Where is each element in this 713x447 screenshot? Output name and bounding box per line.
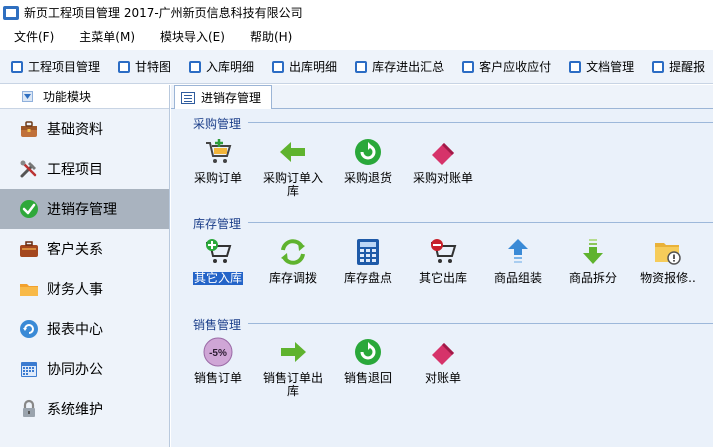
- sidebar-item-basic-data[interactable]: 基础资料: [0, 109, 169, 149]
- func-sales-outbound[interactable]: 销售订单出库: [258, 335, 328, 398]
- toolbar-inbound-detail[interactable]: 入库明细: [189, 58, 254, 75]
- func-material-repair[interactable]: 物资报修..: [633, 235, 703, 285]
- cart-add-icon: [201, 235, 235, 269]
- group-title-stock: 库存管理: [193, 217, 242, 231]
- eraser-icon: [426, 335, 460, 369]
- title-bar: 新页工程项目管理 2017-广州新页信息科技有限公司: [0, 0, 713, 25]
- func-other-outbound[interactable]: 其它出库: [408, 235, 478, 285]
- sidebar-item-collaboration[interactable]: 协同办公: [0, 349, 169, 389]
- checkbox-icon: [569, 60, 582, 73]
- group-title-purchase: 采购管理: [193, 117, 242, 131]
- folder-warning-icon: [651, 235, 685, 269]
- arrow-up-icon: [501, 235, 535, 269]
- func-sales-order[interactable]: -5% 销售订单: [183, 335, 253, 385]
- toolbar-gantt[interactable]: 甘特图: [118, 58, 171, 75]
- func-stock-count[interactable]: 库存盘点: [333, 235, 403, 285]
- discount-badge-text: -5%: [209, 348, 227, 359]
- toolbar-stock-summary[interactable]: 库存进出汇总: [355, 58, 444, 75]
- toolbar-documents[interactable]: 文档管理: [569, 58, 634, 75]
- checkbox-icon: [355, 60, 368, 73]
- sidebar-item-finance-hr[interactable]: 财务人事: [0, 269, 169, 309]
- toolbox-icon: [19, 119, 39, 139]
- lock-icon: [19, 399, 39, 419]
- arrow-right-icon: [276, 335, 310, 369]
- checkbox-icon: [11, 60, 23, 73]
- func-other-inbound[interactable]: 其它入库: [183, 235, 253, 285]
- tab-inventory[interactable]: 进销存管理: [174, 85, 272, 109]
- menu-main[interactable]: 主菜单(M): [64, 28, 145, 45]
- folder-icon: [19, 279, 39, 299]
- checkbox-icon: [189, 60, 202, 73]
- cart-plus-icon: [201, 135, 235, 169]
- toolbar-receivables[interactable]: 客户应收应付: [462, 58, 551, 75]
- check-icon: [19, 199, 39, 219]
- checkbox-icon: [272, 60, 285, 73]
- toolbar-reminders[interactable]: 提醒报: [652, 58, 705, 75]
- arrow-left-icon: [276, 135, 310, 169]
- func-purchase-statement[interactable]: 采购对账单: [408, 135, 478, 185]
- arrow-down-icon: [576, 235, 610, 269]
- sidebar-item-crm[interactable]: 客户关系: [0, 229, 169, 269]
- checkbox-icon: [462, 60, 475, 73]
- cart-remove-icon: [426, 235, 460, 269]
- briefcase-icon: [19, 239, 39, 259]
- group-divider: [248, 323, 713, 324]
- calculator-icon: [351, 235, 385, 269]
- group-divider: [248, 222, 713, 223]
- module-panel: 采购管理 采购订单 采购订单入库 采购退货 采购对账单 库存管理 其它入库 库存…: [171, 109, 713, 447]
- collapse-arrow-icon: [22, 91, 33, 102]
- func-purchase-return[interactable]: 采购退货: [333, 135, 403, 185]
- sidebar-header[interactable]: 功能模块: [0, 85, 169, 109]
- func-stock-transfer[interactable]: 库存调拨: [258, 235, 328, 285]
- sidebar: 功能模块 基础资料 工程项目 进销存管理 客户关系 财务人事 报表中心 协同办公…: [0, 85, 170, 447]
- group-divider: [248, 122, 713, 123]
- transfer-icon: [276, 235, 310, 269]
- refresh-icon: [19, 319, 39, 339]
- menu-file[interactable]: 文件(F): [0, 28, 64, 45]
- document-list-icon: [181, 91, 195, 104]
- discount-icon: -5%: [201, 335, 235, 369]
- calendar-icon: [19, 359, 39, 379]
- func-purchase-inbound[interactable]: 采购订单入库: [258, 135, 328, 198]
- menu-bar: 文件(F) 主菜单(M) 模块导入(E) 帮助(H): [0, 25, 713, 47]
- toolbar-outbound-detail[interactable]: 出库明细: [272, 58, 337, 75]
- toolbar: 工程项目管理 甘特图 入库明细 出库明细 库存进出汇总 客户应收应付 文档管理 …: [0, 50, 713, 84]
- tab-strip: 进销存管理: [171, 85, 713, 109]
- sidebar-item-projects[interactable]: 工程项目: [0, 149, 169, 189]
- func-product-split[interactable]: 商品拆分: [558, 235, 628, 285]
- green-cycle-icon: [351, 335, 385, 369]
- func-sales-statement[interactable]: 对账单: [408, 335, 478, 385]
- toolbar-project-management[interactable]: 工程项目管理: [11, 58, 100, 75]
- func-sales-return[interactable]: 销售退回: [333, 335, 403, 385]
- sidebar-item-inventory[interactable]: 进销存管理: [0, 189, 169, 229]
- green-cycle-icon: [351, 135, 385, 169]
- window-title: 新页工程项目管理 2017-广州新页信息科技有限公司: [24, 6, 303, 20]
- eraser-icon: [426, 135, 460, 169]
- app-icon: [3, 5, 19, 20]
- menu-module-import[interactable]: 模块导入(E): [145, 28, 235, 45]
- sidebar-item-reports[interactable]: 报表中心: [0, 309, 169, 349]
- checkbox-icon: [652, 60, 665, 73]
- menu-help[interactable]: 帮助(H): [235, 28, 302, 45]
- tools-icon: [19, 159, 39, 179]
- func-product-assembly[interactable]: 商品组装: [483, 235, 553, 285]
- sidebar-item-system[interactable]: 系统维护: [0, 389, 169, 429]
- checkbox-icon: [118, 60, 131, 73]
- func-purchase-order[interactable]: 采购订单: [183, 135, 253, 185]
- group-title-sales: 销售管理: [193, 318, 242, 332]
